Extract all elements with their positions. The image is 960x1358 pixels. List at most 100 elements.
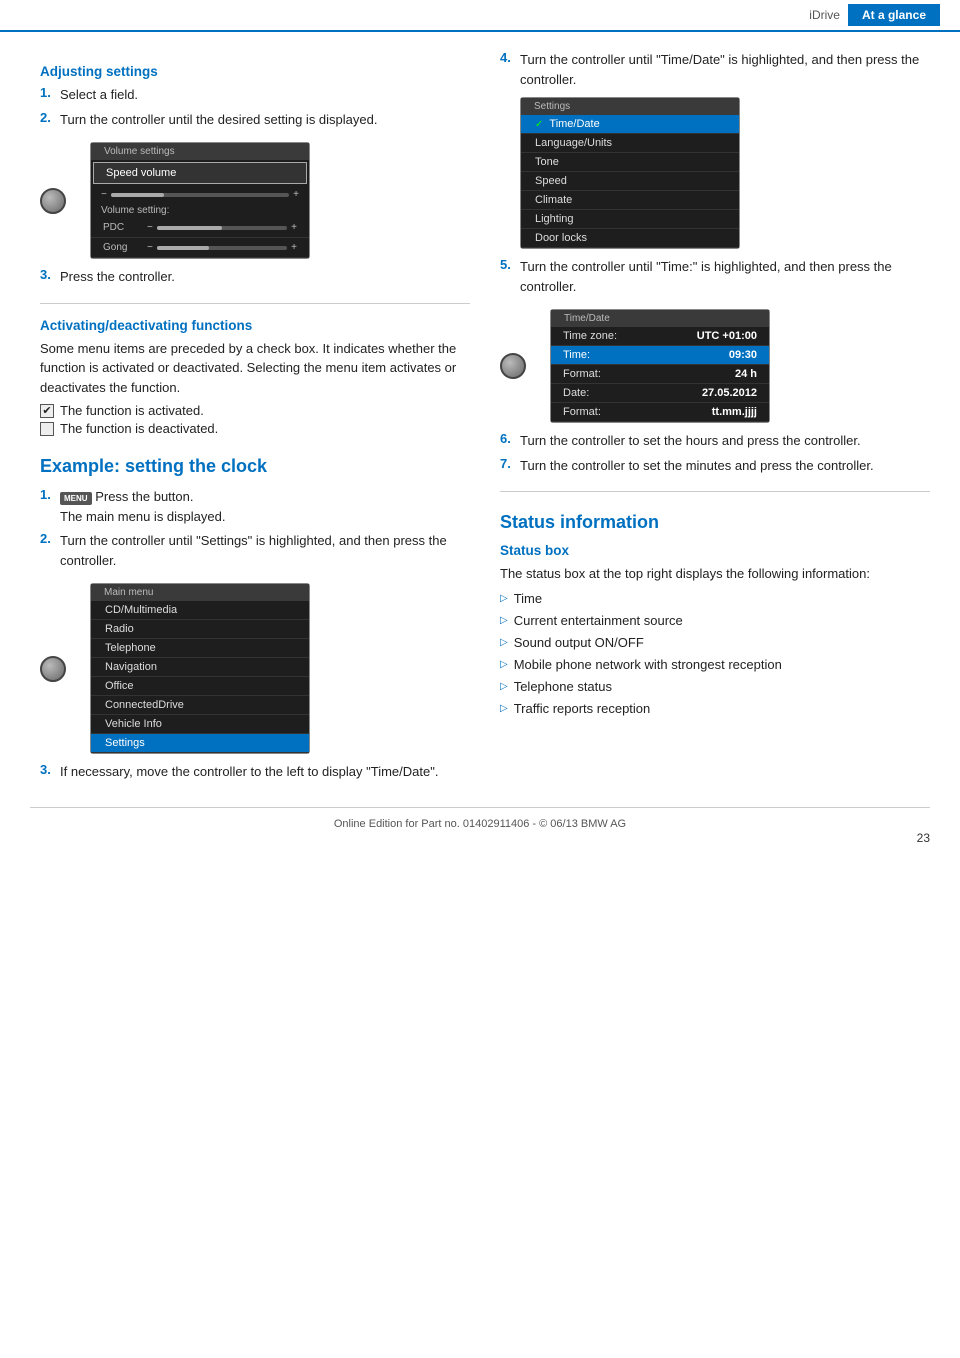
controller-knob-2 — [40, 656, 66, 682]
status-item-mobile: ▷ Mobile phone network with strongest re… — [500, 656, 930, 674]
controller-left — [40, 188, 66, 214]
bullet-icon-3: ▷ — [500, 636, 508, 650]
td-timezone: Time zone: UTC +01:00 — [551, 327, 769, 346]
activating-para: Some menu items are preceded by a check … — [40, 339, 470, 398]
td-time: Time: 09:30 — [551, 346, 769, 365]
bullet-icon-4: ▷ — [500, 658, 508, 672]
adjusting-steps: 1. Select a field. 2. Turn the controlle… — [40, 85, 470, 129]
r-step-6: 6. Turn the controller to set the hours … — [500, 431, 930, 451]
controller-left-2 — [40, 656, 66, 682]
ss-languageunits: Language/Units — [521, 134, 739, 153]
ss-doorlocks: Door locks — [521, 229, 739, 248]
gong-item: Gong − + — [91, 238, 309, 258]
page-number: 23 — [917, 831, 930, 845]
unchecked-item: The function is deactivated. — [40, 421, 470, 436]
mm-radio: Radio — [91, 620, 309, 639]
vol-setting-label: Volume setting: — [91, 203, 309, 218]
ex-step-3: 3. If necessary, move the controller to … — [40, 762, 470, 782]
footer-text: Online Edition for Part no. 01402911406 … — [334, 818, 626, 830]
td-title-bar: Time/Date — [551, 310, 769, 327]
status-item-sound: ▷ Sound output ON/OFF — [500, 634, 930, 652]
td-date: Date: 27.05.2012 — [551, 384, 769, 403]
status-information-heading: Status information — [500, 512, 930, 533]
check-icon: ✔ — [40, 404, 54, 418]
controller-knob — [40, 188, 66, 214]
mm-title-bar: Main menu — [91, 584, 309, 601]
right-steps-5: 5. Turn the controller until "Time:" is … — [500, 257, 930, 296]
mm-vehicleinfo: Vehicle Info — [91, 715, 309, 734]
left-column: Adjusting settings 1. Select a field. 2.… — [40, 50, 470, 787]
r-step-5: 5. Turn the controller until "Time:" is … — [500, 257, 930, 296]
ex-step-2: 2. Turn the controller until "Settings" … — [40, 531, 470, 570]
footer-area: Online Edition for Part no. 01402911406 … — [0, 807, 960, 865]
main-menu-screen-container: Main menu CD/Multimedia Radio Telephone … — [40, 575, 470, 762]
adjusting-heading: Adjusting settings — [40, 64, 470, 79]
mm-office: Office — [91, 677, 309, 696]
bullet-icon-5: ▷ — [500, 680, 508, 694]
settings-screen: Settings ✓ Time/Date Language/Units Tone… — [520, 97, 740, 249]
header-tab: At a glance — [848, 4, 940, 26]
controller-left-td — [500, 353, 526, 379]
checked-item: ✔ The function is activated. — [40, 403, 470, 418]
right-divider — [500, 491, 930, 492]
footer: Online Edition for Part no. 01402911406 … — [30, 807, 930, 835]
ss-tone: Tone — [521, 153, 739, 172]
bullet-icon-1: ▷ — [500, 592, 508, 606]
td-format2: Format: tt.mm.jjjj — [551, 403, 769, 422]
step-2: 2. Turn the controller until the desired… — [40, 110, 470, 130]
vol-title-bar: Volume settings — [91, 143, 309, 160]
mm-navigation: Navigation — [91, 658, 309, 677]
divider — [40, 303, 470, 304]
status-item-traffic: ▷ Traffic reports reception — [500, 700, 930, 718]
right-column: 4. Turn the controller until "Time/Date"… — [500, 50, 930, 787]
r-step-7: 7. Turn the controller to set the minute… — [500, 456, 930, 476]
controller-knob-td — [500, 353, 526, 379]
header-idrive: iDrive — [809, 8, 840, 22]
bullet-icon-6: ▷ — [500, 702, 508, 716]
mm-cd: CD/Multimedia — [91, 601, 309, 620]
ex-step3-list: 3. If necessary, move the controller to … — [40, 762, 470, 782]
volume-screen: Volume settings Speed volume − + Volume … — [90, 142, 310, 259]
timedate-screen-container: Time/Date Time zone: UTC +01:00 Time: 09… — [500, 301, 930, 431]
activating-heading: Activating/deactivating functions — [40, 318, 470, 333]
status-item-telephone: ▷ Telephone status — [500, 678, 930, 696]
mm-telephone: Telephone — [91, 639, 309, 658]
speed-volume-item: Speed volume — [93, 162, 307, 184]
example-steps: 1. MENU Press the button. The main menu … — [40, 487, 470, 570]
ss-lighting: Lighting — [521, 210, 739, 229]
ss-speed: Speed — [521, 172, 739, 191]
ss-timedate: ✓ Time/Date — [521, 115, 739, 134]
pdc-slider — [157, 226, 287, 230]
main-menu-screen: Main menu CD/Multimedia Radio Telephone … — [90, 583, 310, 754]
step-1: 1. Select a field. — [40, 85, 470, 105]
adjusting-step3: 3. Press the controller. — [40, 267, 470, 287]
example-heading: Example: setting the clock — [40, 456, 470, 477]
ss-climate: Climate — [521, 191, 739, 210]
mm-settings: Settings — [91, 734, 309, 753]
ss-title-bar: Settings — [521, 98, 739, 115]
td-format1: Format: 24 h — [551, 365, 769, 384]
status-item-time: ▷ Time — [500, 590, 930, 608]
step-3: 3. Press the controller. — [40, 267, 470, 287]
bullet-icon-2: ▷ — [500, 614, 508, 628]
check-mark-icon: ✓ — [535, 119, 543, 130]
gong-slider — [157, 246, 287, 250]
right-steps-67: 6. Turn the controller to set the hours … — [500, 431, 930, 475]
main-content: Adjusting settings 1. Select a field. 2.… — [0, 32, 960, 807]
ex-step-1: 1. MENU Press the button. The main menu … — [40, 487, 470, 526]
speed-slider — [111, 193, 289, 197]
volume-screen-container: Volume settings Speed volume − + Volume … — [40, 134, 470, 267]
uncheck-icon — [40, 422, 54, 436]
status-box-heading: Status box — [500, 543, 930, 558]
right-steps: 4. Turn the controller until "Time/Date"… — [500, 50, 930, 89]
pdc-item: PDC − + — [91, 218, 309, 238]
header-bar: iDrive At a glance — [0, 0, 960, 32]
mm-connecteddrive: ConnectedDrive — [91, 696, 309, 715]
speed-slider-row: − + — [91, 186, 309, 203]
status-box-para: The status box at the top right displays… — [500, 564, 930, 584]
status-items-list: ▷ Time ▷ Current entertainment source ▷ … — [500, 590, 930, 719]
timedate-screen: Time/Date Time zone: UTC +01:00 Time: 09… — [550, 309, 770, 423]
r-step-4: 4. Turn the controller until "Time/Date"… — [500, 50, 930, 89]
status-item-entertainment: ▷ Current entertainment source — [500, 612, 930, 630]
menu-button-icon: MENU — [60, 492, 92, 505]
